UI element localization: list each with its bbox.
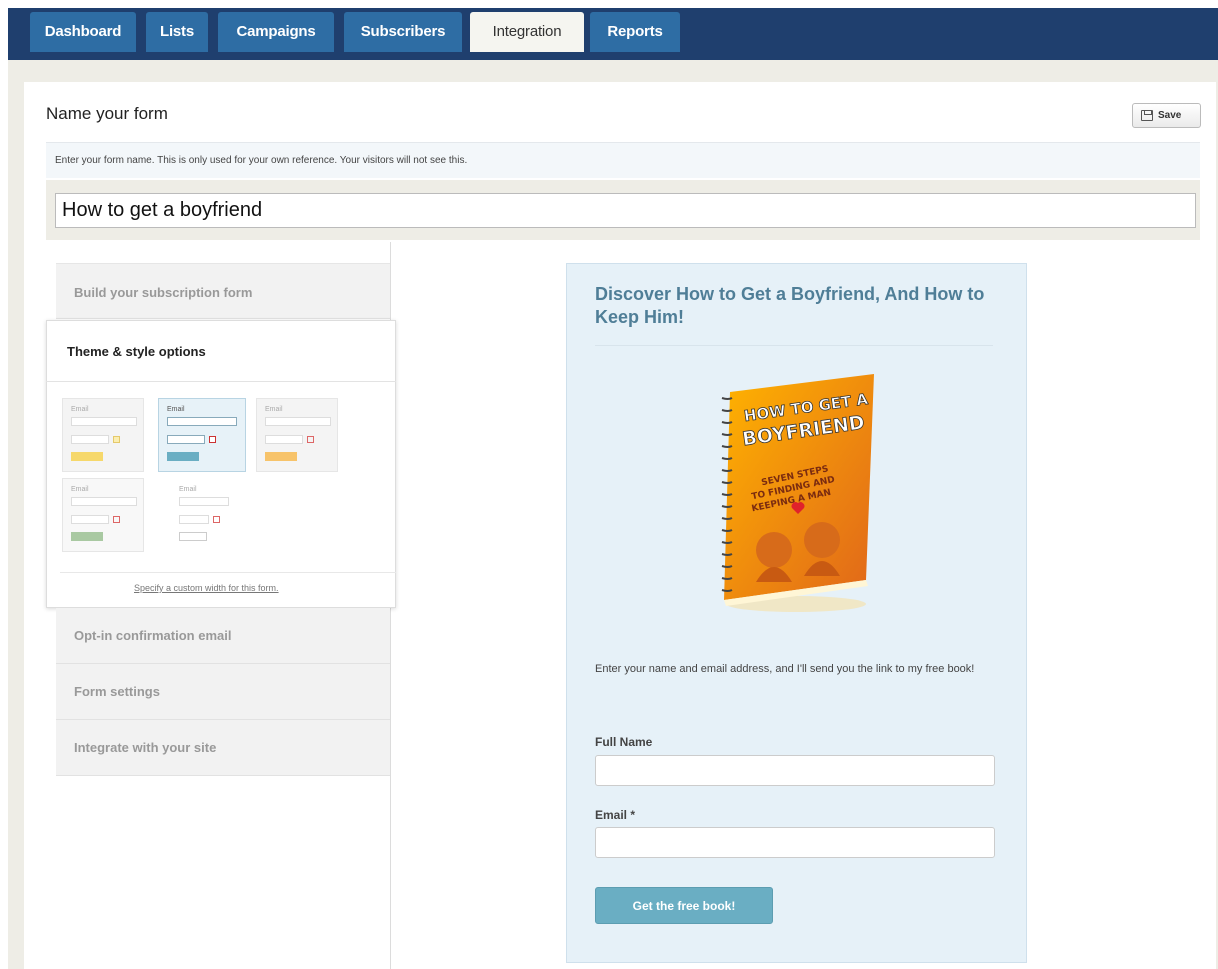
- ebook-cover-image: HOW TO GET A BOYFRIEND SEVEN STEPS TO FI…: [721, 374, 874, 612]
- theme-thumb-field: [71, 497, 137, 506]
- theme-thumb-label: Email: [71, 486, 89, 493]
- theme-thumb-label: Email: [265, 406, 283, 413]
- calendar-icon: [307, 436, 314, 443]
- theme-thumb-field: [167, 417, 237, 426]
- theme-thumb-button: [167, 452, 199, 461]
- email-input[interactable]: [595, 827, 995, 858]
- theme-thumb-field: [71, 435, 109, 444]
- save-button[interactable]: Save: [1132, 103, 1201, 128]
- tab-dashboard[interactable]: Dashboard: [30, 12, 136, 52]
- theme-thumb-button: [71, 452, 103, 461]
- submit-button[interactable]: Get the free book!: [595, 887, 773, 924]
- calendar-icon: [113, 516, 120, 523]
- theme-thumb-button: [71, 532, 103, 541]
- theme-thumb-field: [167, 435, 205, 444]
- theme-thumb-yellow[interactable]: Email: [62, 398, 144, 472]
- accordion-optin-email[interactable]: Opt-in confirmation email: [56, 608, 390, 664]
- theme-thumb-field: [179, 515, 209, 524]
- theme-thumb-blue-selected[interactable]: Email: [158, 398, 246, 472]
- tab-integration[interactable]: Integration: [470, 12, 584, 52]
- tab-campaigns[interactable]: Campaigns: [218, 12, 334, 52]
- theme-thumb-plain[interactable]: Email: [170, 478, 252, 552]
- page-title: Name your form: [46, 104, 168, 123]
- divider: [60, 572, 396, 573]
- preview-description: Enter your name and email address, and I…: [595, 663, 975, 675]
- accordion-build-form[interactable]: Build your subscription form: [56, 263, 390, 319]
- theme-thumb-field: [71, 417, 137, 426]
- calendar-icon: [113, 436, 120, 443]
- theme-thumb-green[interactable]: Email: [62, 478, 144, 552]
- theme-thumb-field: [265, 417, 331, 426]
- theme-options-title[interactable]: Theme & style options: [67, 344, 206, 359]
- save-label: Save: [1158, 110, 1182, 121]
- full-name-input[interactable]: [595, 755, 995, 786]
- custom-width-link[interactable]: Specify a custom width for this form.: [134, 583, 279, 593]
- tab-reports[interactable]: Reports: [590, 12, 680, 52]
- tab-lists[interactable]: Lists: [146, 12, 208, 52]
- preview-headline: Discover How to Get a Boyfriend, And How…: [595, 284, 985, 327]
- theme-thumb-field: [71, 515, 109, 524]
- divider: [46, 381, 396, 382]
- form-name-hint: Enter your form name. This is only used …: [46, 142, 1200, 178]
- theme-thumb-label: Email: [179, 486, 197, 493]
- email-label: Email *: [595, 808, 636, 822]
- form-name-input[interactable]: [55, 193, 1196, 228]
- divider: [595, 345, 993, 346]
- theme-thumb-button: [179, 532, 207, 541]
- calendar-icon: [209, 436, 216, 443]
- accordion-integrate[interactable]: Integrate with your site: [56, 720, 390, 776]
- theme-thumb-button: [265, 452, 297, 461]
- theme-thumb-label: Email: [167, 406, 185, 413]
- theme-thumb-field: [265, 435, 303, 444]
- theme-thumb-field: [179, 497, 229, 506]
- save-icon: [1141, 110, 1153, 121]
- calendar-icon: [213, 516, 220, 523]
- theme-thumb-label: Email: [71, 406, 89, 413]
- tab-subscribers[interactable]: Subscribers: [344, 12, 462, 52]
- theme-thumb-orange[interactable]: Email: [256, 398, 338, 472]
- accordion-form-settings[interactable]: Form settings: [56, 664, 390, 720]
- full-name-label: Full Name: [595, 735, 653, 749]
